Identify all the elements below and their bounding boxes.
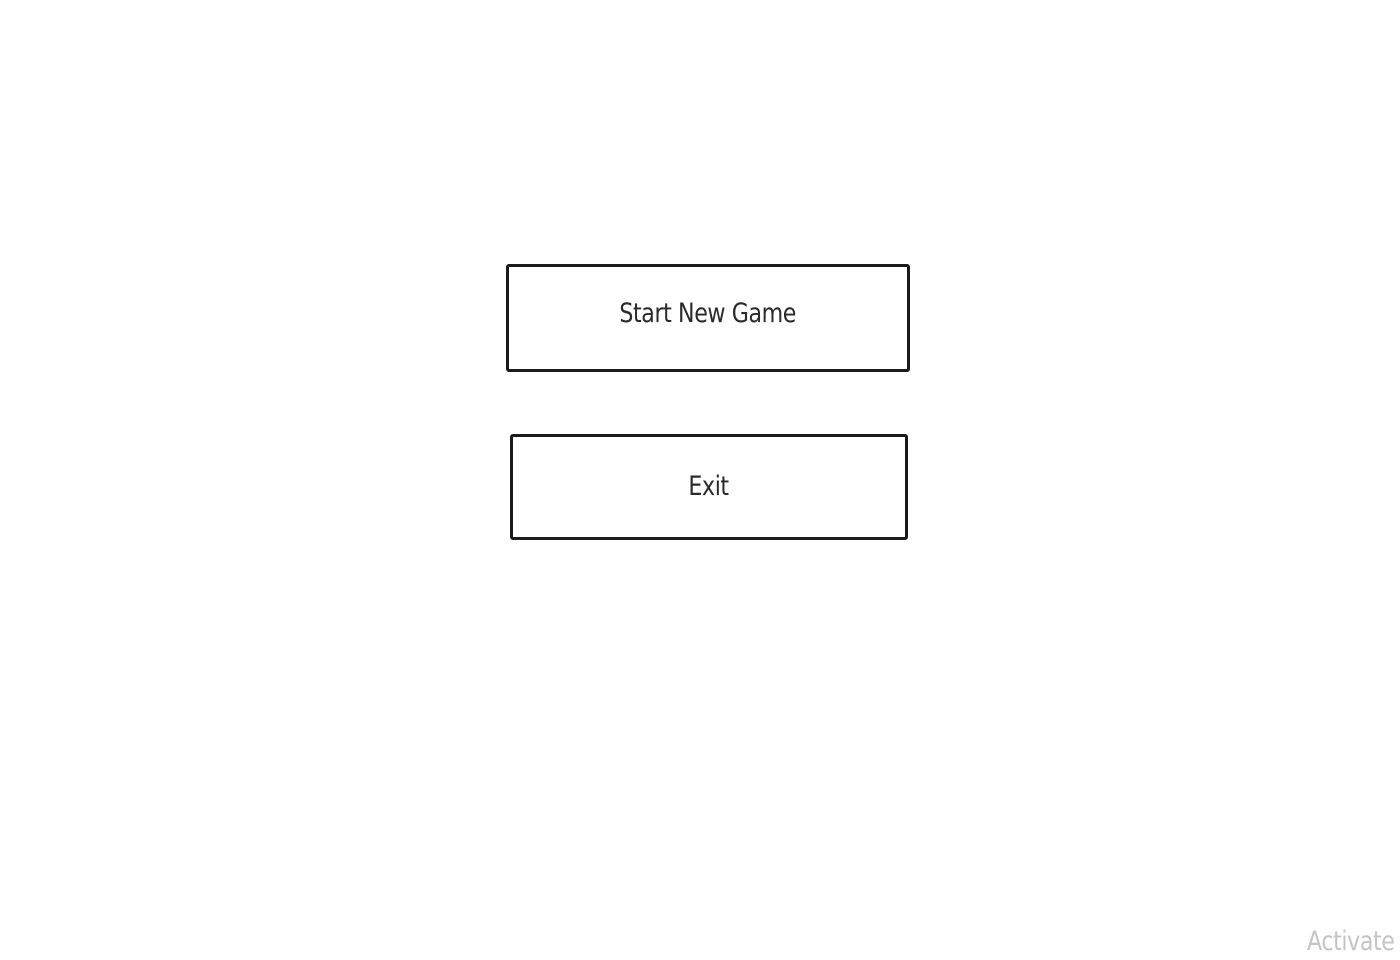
watermark-text: Activate (1307, 926, 1395, 957)
exit-button[interactable]: Exit (510, 434, 908, 540)
start-new-game-label: Start New Game (619, 297, 797, 329)
exit-label: Exit (688, 470, 730, 502)
start-new-game-button[interactable]: Start New Game (506, 264, 910, 372)
main-menu-screen: Start New Game Exit Activate (0, 0, 1400, 960)
activate-windows-watermark: Activate (1307, 926, 1400, 957)
